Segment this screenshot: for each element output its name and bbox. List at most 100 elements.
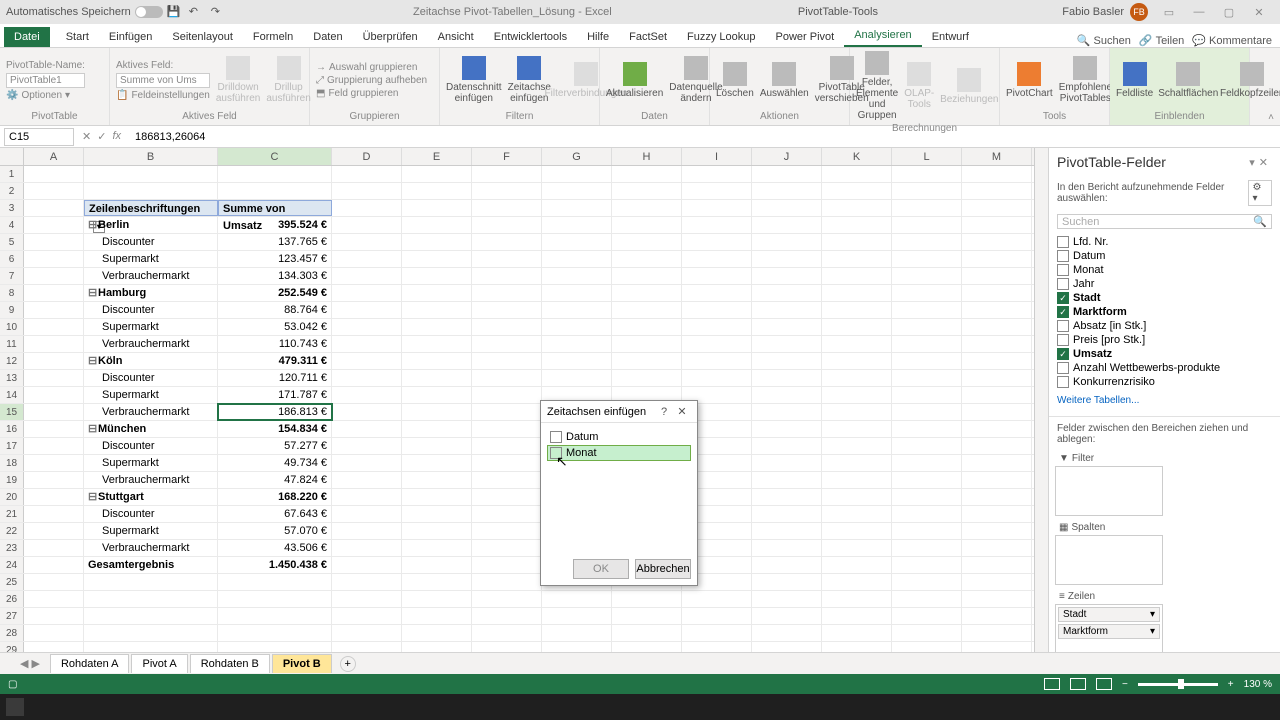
col-header[interactable]: G — [542, 148, 612, 165]
clear-button[interactable]: Löschen — [716, 62, 754, 99]
row-header[interactable]: 13 — [0, 370, 24, 386]
cell[interactable]: Discounter — [84, 370, 218, 386]
pivotchart-button[interactable]: PivotChart — [1006, 62, 1053, 99]
row-header[interactable]: 27 — [0, 608, 24, 624]
minimize-icon[interactable]: ― — [1184, 6, 1214, 18]
cell[interactable] — [218, 574, 332, 590]
tab-file[interactable]: Datei — [4, 27, 50, 47]
timeline-field-monat[interactable]: Monat — [547, 445, 691, 461]
cell[interactable] — [84, 166, 218, 182]
cell[interactable]: 120.711 € — [218, 370, 332, 386]
row-header[interactable]: 9 — [0, 302, 24, 318]
col-header[interactable]: C — [218, 148, 332, 165]
col-header[interactable]: A — [24, 148, 84, 165]
cell[interactable] — [84, 591, 218, 607]
cell[interactable] — [218, 642, 332, 652]
windows-taskbar[interactable] — [0, 694, 1280, 720]
field-item[interactable]: Datum — [1057, 249, 1272, 263]
cell[interactable]: 137.765 € — [218, 234, 332, 250]
cell[interactable]: 168.220 € — [218, 489, 332, 505]
checkbox-icon[interactable] — [1057, 278, 1069, 290]
cell[interactable]: 134.303 € — [218, 268, 332, 284]
options-button[interactable]: ⚙️ Optionen ▾ — [6, 90, 85, 101]
checkbox-icon[interactable] — [1057, 236, 1069, 248]
normal-view-icon[interactable] — [1044, 678, 1060, 690]
field-item[interactable]: ✓Umsatz — [1057, 347, 1272, 361]
timeline-field-datum[interactable]: Datum — [547, 429, 691, 445]
field-item[interactable]: Jahr — [1057, 277, 1272, 291]
cell[interactable] — [218, 625, 332, 641]
cell[interactable]: 88.764 € — [218, 302, 332, 318]
ok-button[interactable]: OK — [573, 559, 629, 579]
tab-powerpivot[interactable]: Power Pivot — [766, 27, 845, 47]
fieldlist-button[interactable]: Feldliste — [1116, 62, 1153, 99]
checkbox-icon[interactable]: ✓ — [1057, 306, 1069, 318]
tab-analyze[interactable]: Analysieren — [844, 25, 921, 47]
row-header[interactable]: 1 — [0, 166, 24, 182]
fieldlist-search-input[interactable]: Suchen 🔍 — [1057, 214, 1272, 229]
cell[interactable]: 110.743 € — [218, 336, 332, 352]
formula-input[interactable]: 186813,26064 — [129, 131, 1280, 143]
sheet-tab[interactable]: Rohdaten B — [190, 654, 270, 673]
row-header[interactable]: 29 — [0, 642, 24, 652]
fields-items-button[interactable]: Felder, Elemente und Gruppen — [856, 51, 898, 121]
row-header[interactable]: 20 — [0, 489, 24, 505]
checkbox-icon[interactable] — [1057, 376, 1069, 388]
undo-icon[interactable]: ↶ — [189, 5, 203, 19]
select-button[interactable]: Auswählen — [760, 62, 809, 99]
fieldlist-gear-icon[interactable]: ⚙ ▾ — [1248, 180, 1272, 206]
cell[interactable]: 47.824 € — [218, 472, 332, 488]
comments-button[interactable]: 💬 Kommentare — [1192, 34, 1272, 47]
row-pill-stadt[interactable]: Stadt▾ — [1058, 607, 1160, 622]
pagebreak-view-icon[interactable] — [1096, 678, 1112, 690]
row-header[interactable]: 15 — [0, 404, 24, 420]
row-header[interactable]: 3 — [0, 200, 24, 216]
taskbar-app-icon[interactable] — [6, 698, 24, 716]
checkbox-icon[interactable] — [1057, 250, 1069, 262]
field-item[interactable]: Lfd. Nr. — [1057, 235, 1272, 249]
save-icon[interactable]: 💾 — [167, 5, 181, 19]
row-header[interactable]: 17 — [0, 438, 24, 454]
cell[interactable]: Discounter — [84, 234, 218, 250]
col-header[interactable]: B — [84, 148, 218, 165]
col-header[interactable]: J — [752, 148, 822, 165]
cancel-button[interactable]: Abbrechen — [635, 559, 691, 579]
recommended-button[interactable]: Empfohlene PivotTables — [1059, 56, 1112, 104]
field-item[interactable]: Monat — [1057, 263, 1272, 277]
record-macro-icon[interactable]: ▢ — [8, 679, 17, 690]
checkbox-icon[interactable]: ✓ — [1057, 348, 1069, 360]
cell[interactable]: ⊟München — [84, 421, 218, 437]
tab-design[interactable]: Entwurf — [922, 27, 979, 47]
dialog-help-icon[interactable]: ? — [655, 406, 673, 418]
refresh-button[interactable]: Aktualisieren — [606, 62, 663, 99]
checkbox-icon[interactable] — [1057, 362, 1069, 374]
tab-review[interactable]: Überprüfen — [353, 27, 428, 47]
col-header[interactable]: D — [332, 148, 402, 165]
tab-fuzzy[interactable]: Fuzzy Lookup — [677, 27, 765, 47]
cell[interactable]: 67.643 € — [218, 506, 332, 522]
zoom-level[interactable]: 130 % — [1244, 679, 1272, 690]
area-filter-dropzone[interactable] — [1055, 466, 1163, 516]
cell[interactable]: 154.834 € — [218, 421, 332, 437]
col-header[interactable]: L — [892, 148, 962, 165]
cell[interactable]: Verbrauchermarkt — [84, 404, 218, 420]
row-header[interactable]: 11 — [0, 336, 24, 352]
cell[interactable]: Supermarkt — [84, 455, 218, 471]
row-header[interactable]: 12 — [0, 353, 24, 369]
col-header[interactable]: M — [962, 148, 1032, 165]
cell[interactable] — [218, 608, 332, 624]
fieldlist-close-icon[interactable]: ✕ — [1255, 156, 1272, 169]
cell[interactable]: Gesamtergebnis — [84, 557, 218, 573]
cell[interactable] — [84, 608, 218, 624]
checkbox-icon[interactable] — [550, 447, 562, 459]
checkbox-icon[interactable] — [1057, 264, 1069, 276]
cell[interactable]: Supermarkt — [84, 319, 218, 335]
cell[interactable] — [84, 642, 218, 652]
row-pill-marktform[interactable]: Marktform▾ — [1058, 624, 1160, 639]
field-item[interactable]: ✓Stadt — [1057, 291, 1272, 305]
cell[interactable]: Zeilenbeschriftungen▾ — [84, 200, 218, 216]
maximize-icon[interactable]: ▢ — [1214, 6, 1244, 19]
field-item[interactable]: Absatz [in Stk.] — [1057, 319, 1272, 333]
row-header[interactable]: 18 — [0, 455, 24, 471]
cell[interactable]: Supermarkt — [84, 523, 218, 539]
